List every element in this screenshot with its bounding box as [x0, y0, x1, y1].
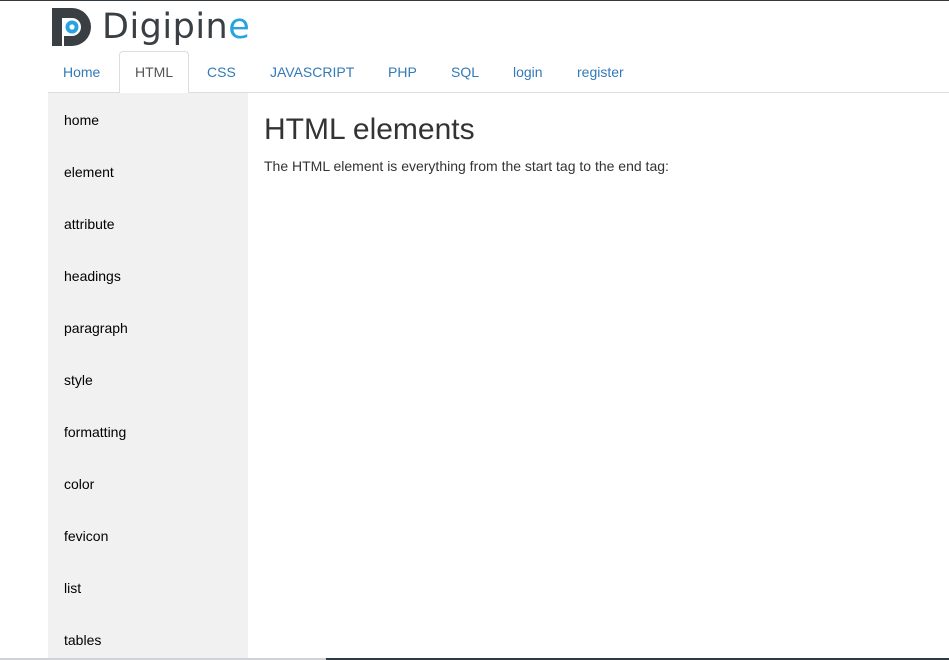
top-nav-tabs: Home HTML CSS JAVASCRIPT PHP SQL login r…	[48, 51, 949, 94]
sidebar-item-tables[interactable]: tables	[64, 632, 101, 648]
brand-name: Digipine	[102, 7, 251, 47]
tab-html[interactable]: HTML	[119, 51, 190, 94]
tab-sql[interactable]: SQL	[436, 51, 494, 93]
digipine-logo-icon	[52, 8, 91, 46]
tab-javascript[interactable]: JAVASCRIPT	[255, 51, 369, 93]
sidebar-item-paragraph[interactable]: paragraph	[64, 320, 128, 336]
top-border	[0, 0, 949, 1]
sidebar-item-attribute[interactable]: attribute	[64, 216, 115, 232]
sidebar: home element attribute headings paragrap…	[48, 93, 248, 660]
site-logo[interactable]: Digipine	[50, 6, 250, 48]
sidebar-item-element[interactable]: element	[64, 164, 114, 180]
sidebar-item-style[interactable]: style	[64, 372, 93, 388]
sidebar-item-home[interactable]: home	[64, 112, 99, 128]
tab-login[interactable]: login	[498, 51, 558, 93]
page-title: HTML elements	[264, 113, 475, 146]
sidebar-item-headings[interactable]: headings	[64, 268, 121, 284]
sidebar-item-list[interactable]: list	[64, 580, 81, 596]
sidebar-item-formatting[interactable]: formatting	[64, 424, 126, 440]
tab-css[interactable]: CSS	[192, 51, 251, 93]
sidebar-item-fevicon[interactable]: fevicon	[64, 528, 108, 544]
sidebar-item-color[interactable]: color	[64, 476, 94, 492]
tab-php[interactable]: PHP	[373, 51, 432, 93]
tab-home[interactable]: Home	[48, 51, 115, 93]
intro-paragraph: The HTML element is everything from the …	[264, 158, 669, 174]
main-content: HTML elements The HTML element is everyt…	[264, 112, 944, 175]
tab-register[interactable]: register	[562, 51, 639, 93]
